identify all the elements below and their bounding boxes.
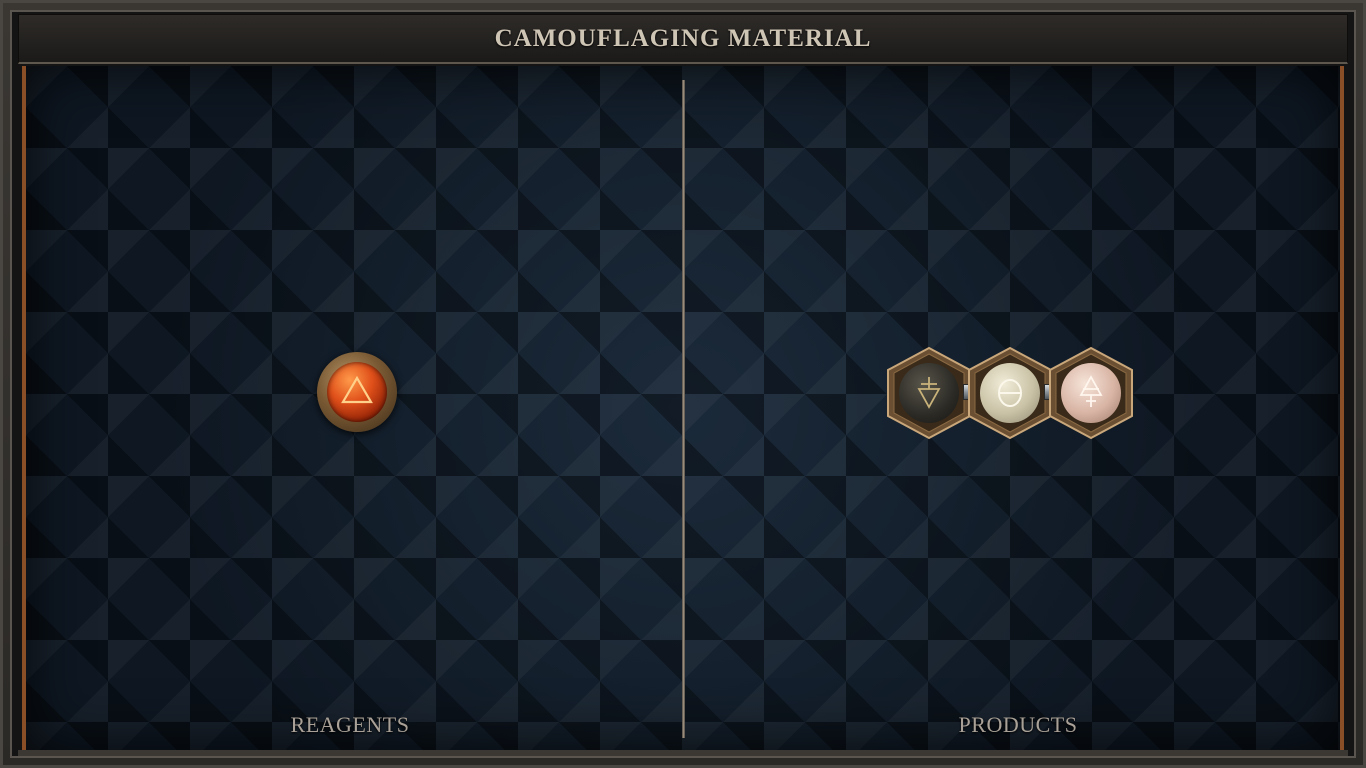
reagent-orb [327, 362, 387, 422]
air-symbol-icon [1079, 375, 1103, 407]
product-slot-3[interactable] [1048, 346, 1134, 440]
fire-triangle-icon [341, 375, 373, 404]
reagents-label: REAGENTS [290, 712, 410, 737]
products-label: PRODUCTS [958, 712, 1078, 737]
product-orb-air [1061, 363, 1121, 423]
title-bar: CAMOUFLAGING MATERIAL [18, 14, 1348, 64]
page-title: CAMOUFLAGING MATERIAL [494, 24, 872, 52]
product-slot-2[interactable] [967, 346, 1053, 440]
panel-divider [682, 80, 685, 738]
bottom-frame-bar [18, 750, 1348, 756]
reagent-slot[interactable] [317, 352, 397, 432]
theta-symbol-icon [998, 379, 1022, 407]
product-orb-earth [899, 363, 959, 423]
product-slot-1[interactable] [886, 346, 972, 440]
earth-symbol-icon [917, 377, 941, 409]
product-orb-theta [980, 363, 1040, 423]
